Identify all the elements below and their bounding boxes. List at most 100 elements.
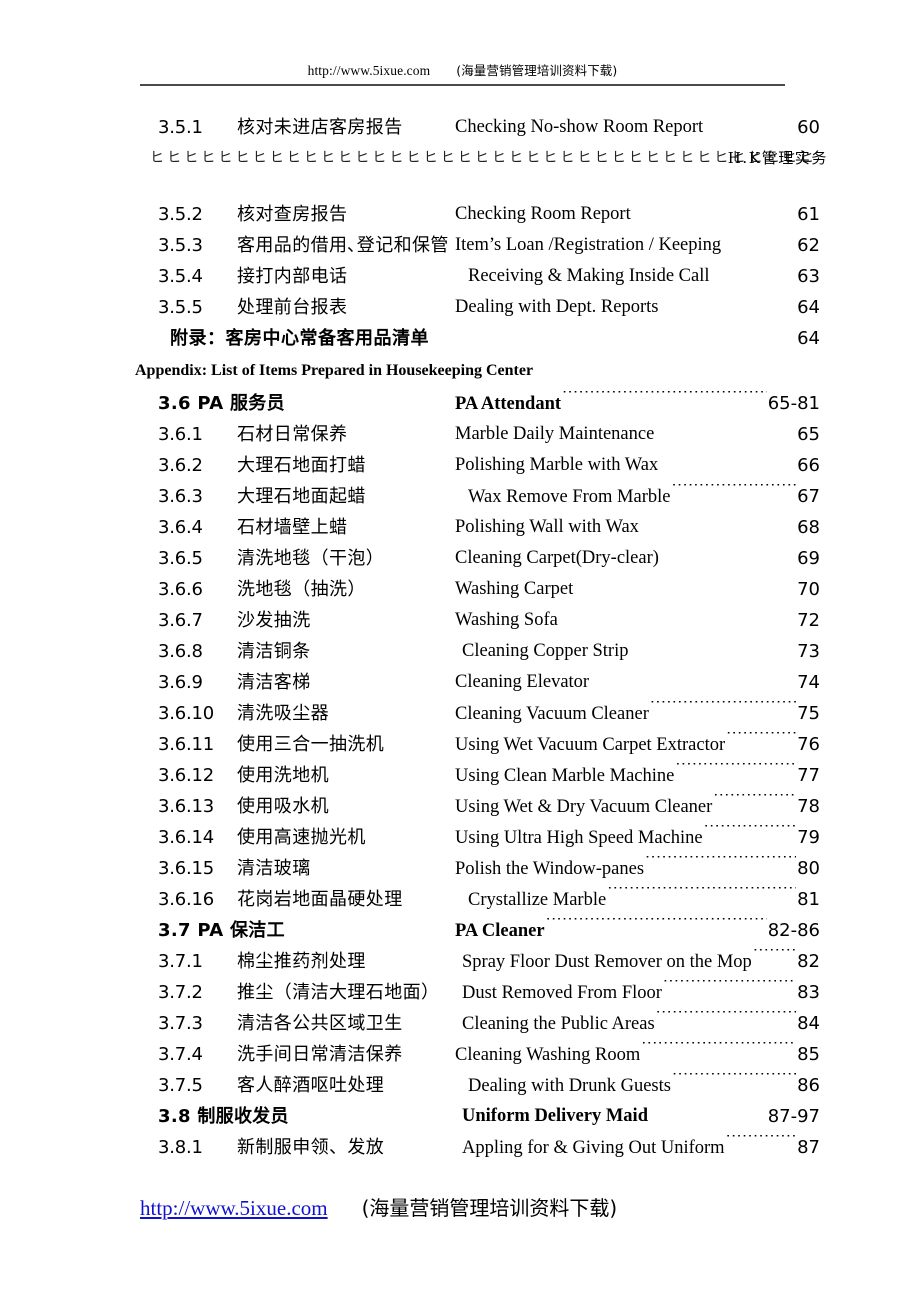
entry-page-number: 76 xyxy=(797,734,820,755)
toc-entry-row[interactable]: 3.6.1 石材日常保养 Marble Daily Maintenance 65 xyxy=(0,419,920,450)
entry-title-cn: 新制服申领、发放 xyxy=(237,1137,385,1158)
toc-entry-row[interactable]: 3.6.6 洗地毯（抽洗） Washing Carpet 70 xyxy=(0,574,920,605)
entry-page-number: 60 xyxy=(797,117,820,138)
toc-entry-row[interactable]: 3.6.7 沙发抽洗 Washing Sofa 72 xyxy=(0,605,920,636)
entry-page-number: 73 xyxy=(797,641,820,662)
entry-title-en: Polishing Wall with Wax xyxy=(455,517,639,537)
section-heading-cn: 3.6 PA 服务员 xyxy=(158,393,285,414)
entry-title-en: Polishing Marble with Wax xyxy=(455,455,659,475)
toc-entry-row[interactable]: 3.7.4 洗手间日常清洁保养 Cleaning Washing Room 85 xyxy=(0,1039,920,1070)
entry-title-en: Uniform Delivery Maid xyxy=(462,1106,648,1126)
leader-dots xyxy=(641,1042,796,1061)
toc-entry-row[interactable]: 3.7.1 棉尘推药剂处理 Spray Floor Dust Remover on … xyxy=(0,946,920,977)
footer-url-link[interactable]: http://www.5ixue.com xyxy=(140,1196,328,1220)
toc-entry-row[interactable]: 3.7.5 客人醉酒呕吐处理 Dealing with Drunk Guests 8… xyxy=(0,1070,920,1101)
entry-title-cn: 花岗岩地面晶硬处理 xyxy=(237,889,403,910)
leader-dots xyxy=(645,856,796,875)
toc-entry-row[interactable]: 3.6.10 清洗吸尘器 Cleaning Vacuum Cleaner 75 xyxy=(0,698,920,729)
toc-entry-row[interactable]: 3.6.8 清洁铜条 Cleaning Copper Strip 73 xyxy=(0,636,920,667)
toc-entry-row[interactable]: 3.6.2 大理石地面打蜡 Polishing Marble with Wax 66 xyxy=(0,450,920,481)
toc-entry-row[interactable]: 3.6.4 石材墙壁上蜡 Polishing Wall with Wax 68 xyxy=(0,512,920,543)
entry-title-cn: 使用三合一抽洗机 xyxy=(237,734,385,755)
entry-title-cn: 接打内部电话 xyxy=(237,266,348,287)
toc-entry-row[interactable]: 3.5.2 核对查房报告 Checking Room Report 61 xyxy=(0,199,920,230)
entry-leader-group: Appling for & Giving Out Uniform 87 xyxy=(462,1132,820,1164)
footer-note: (海量营销管理培训资料下载) xyxy=(361,1196,618,1220)
entry-title-cn: 核对查房报告 xyxy=(237,204,348,225)
entry-page-number: 70 xyxy=(797,579,820,600)
entry-title-cn: 棉尘推药剂处理 xyxy=(237,951,366,972)
entry-page-number: 79 xyxy=(797,827,820,848)
entry-number: 3.7.5 xyxy=(158,1075,203,1096)
leader-dots xyxy=(753,949,796,968)
entry-title-en: Dealing with Drunk Guests xyxy=(468,1076,671,1096)
toc-entry-row[interactable]: 3.5.5 处理前台报表 Dealing with Dept. Reports 64 xyxy=(0,292,920,323)
leader-dots xyxy=(562,391,767,410)
appendix-title-cn: 附录：客房中心常备客用品清单 xyxy=(170,328,429,349)
entry-number: 3.6.9 xyxy=(158,672,203,693)
leader-dots xyxy=(713,794,796,813)
entry-title-en: Polish the Window-panes xyxy=(455,859,645,879)
entry-title-cn: 洗地毯（抽洗） xyxy=(237,579,366,600)
entry-page-number: 87-97 xyxy=(767,1106,820,1127)
toc-entry-row[interactable]: 3.6.16 花岗岩地面晶硬处理 Crystallize Marble 81 xyxy=(0,884,920,915)
entry-title-en: Washing Sofa xyxy=(455,610,558,630)
entry-title-en: Item’s Loan /Registration / Keeping xyxy=(455,235,722,255)
entry-title-en: Using Clean Marble Machine xyxy=(455,766,675,786)
toc-entry-row[interactable]: 3.6.15 清洁玻璃 Polish the Window-panes 80 xyxy=(0,853,920,884)
entry-number: 3.6.3 xyxy=(158,486,203,507)
toc-entry-row[interactable]: 3.7.3 清洁各公共区域卫生 Cleaning the Public Areas 8… xyxy=(0,1008,920,1039)
toc-entry-row[interactable]: 3.6.14 使用高速抛光机 Using Ultra High Speed Mach… xyxy=(0,822,920,853)
leader-dots xyxy=(607,887,796,906)
entry-page-number: 69 xyxy=(797,548,820,569)
entry-leader-group: Cleaning the Public Areas 84 xyxy=(462,1008,820,1040)
entry-leader-group: Using Wet Vacuum Carpet Extractor 76 xyxy=(455,729,820,761)
entry-page-number: 74 xyxy=(797,672,820,693)
entry-number: 3.7.3 xyxy=(158,1013,203,1034)
entry-title-en: Cleaning Elevator xyxy=(455,672,590,692)
entry-page-number: 65 xyxy=(797,424,820,445)
entry-number: 3.6.14 xyxy=(158,827,215,848)
toc-section-row[interactable]: 3.7 PA 保洁工 PA Cleaner 82-86 xyxy=(0,915,920,946)
entry-page-number: 67 xyxy=(797,486,820,507)
entry-title-cn: 清洁铜条 xyxy=(237,641,311,662)
entry-page-number: 82 xyxy=(797,951,820,972)
toc-entry-row[interactable]: 3.6.11 使用三合一抽洗机 Using Wet Vacuum Carpet Ex… xyxy=(0,729,920,760)
entry-page-number: 81 xyxy=(797,889,820,910)
toc-appendix-row[interactable]: 附录：客房中心常备客用品清单 64 xyxy=(0,323,920,354)
entry-number: 3.6.15 xyxy=(158,858,215,879)
entry-title-cn: 石材墙壁上蜡 xyxy=(237,517,348,538)
entry-leader-group: Using Ultra High Speed Machine 79 xyxy=(455,822,820,854)
entry-title-en: Checking Room Report xyxy=(455,204,631,224)
entry-number: 3.6.4 xyxy=(158,517,203,538)
entry-number: 3.6.11 xyxy=(158,734,215,755)
entry-title-cn: 清洁客梯 xyxy=(237,672,311,693)
scan-artifact-glyph-row: ヒヒヒヒヒヒヒヒヒヒヒヒヒヒヒヒヒヒヒヒヒヒヒヒヒヒヒヒヒヒヒヒヒヒヒヒヒヒヒ H… xyxy=(0,143,920,173)
toc-entry-row[interactable]: 3.6.12 使用洗地机 Using Clean Marble Machine 77 xyxy=(0,760,920,791)
toc-entry-row[interactable]: 3.7.2 推尘（清洁大理石地面） Dust Removed From Floor … xyxy=(0,977,920,1008)
toc-entry-row[interactable]: 3.6.3 大理石地面起蜡 Wax Remove From Marble 67 xyxy=(0,481,920,512)
toc-entry-row[interactable]: 3.6.5 清洗地毯（干泡） Cleaning Carpet(Dry-clear) 6… xyxy=(0,543,920,574)
header-divider-rule xyxy=(140,84,785,86)
entry-page-number: 85 xyxy=(797,1044,820,1065)
entry-title-cn: 核对未进店客房报告 xyxy=(237,117,403,138)
toc-entry-row[interactable]: 3.6.9 清洁客梯 Cleaning Elevator 74 xyxy=(0,667,920,698)
entry-title-cn: 石材日常保养 xyxy=(237,424,348,445)
entry-leader-group: Spray Floor Dust Remover on the Mop 82 xyxy=(462,946,820,978)
toc-section-row[interactable]: 3.8 制服收发员 Uniform Delivery Maid 87-97 xyxy=(0,1101,920,1132)
entry-title-en: Cleaning Washing Room xyxy=(455,1045,641,1065)
entry-title-cn: 大理石地面起蜡 xyxy=(237,486,366,507)
leader-dots xyxy=(726,1135,797,1154)
toc-entry-row[interactable]: 3.5.1 核对未进店客房报告 Checking No-show Room Repo… xyxy=(0,112,920,143)
entry-leader-group: Dust Removed From Floor 83 xyxy=(462,977,820,1009)
toc-entry-row[interactable]: 3.6.13 使用吸水机 Using Wet & Dry Vacuum Cleane… xyxy=(0,791,920,822)
entry-leader-group: Using Clean Marble Machine 77 xyxy=(455,760,820,792)
entry-page-number: 63 xyxy=(797,266,820,287)
toc-entry-row[interactable]: 3.5.4 接打内部电话 Receiving & Making Inside Cal… xyxy=(0,261,920,292)
header-url: http://www.5ixue.com xyxy=(307,63,431,78)
toc-entry-row[interactable]: 3.5.3 客用品的借用､登记和保管 Item’s Loan /Registrati… xyxy=(0,230,920,261)
entry-number: 3.6.6 xyxy=(158,579,203,600)
toc-entry-row[interactable]: 3.8.1 新制服申领、发放 Appling for & Giving Out Un… xyxy=(0,1132,920,1163)
toc-section-row[interactable]: 3.6 PA 服务员 PA Attendant 65-81 xyxy=(0,388,920,419)
entry-title-en: Receiving & Making Inside Call xyxy=(468,266,710,286)
